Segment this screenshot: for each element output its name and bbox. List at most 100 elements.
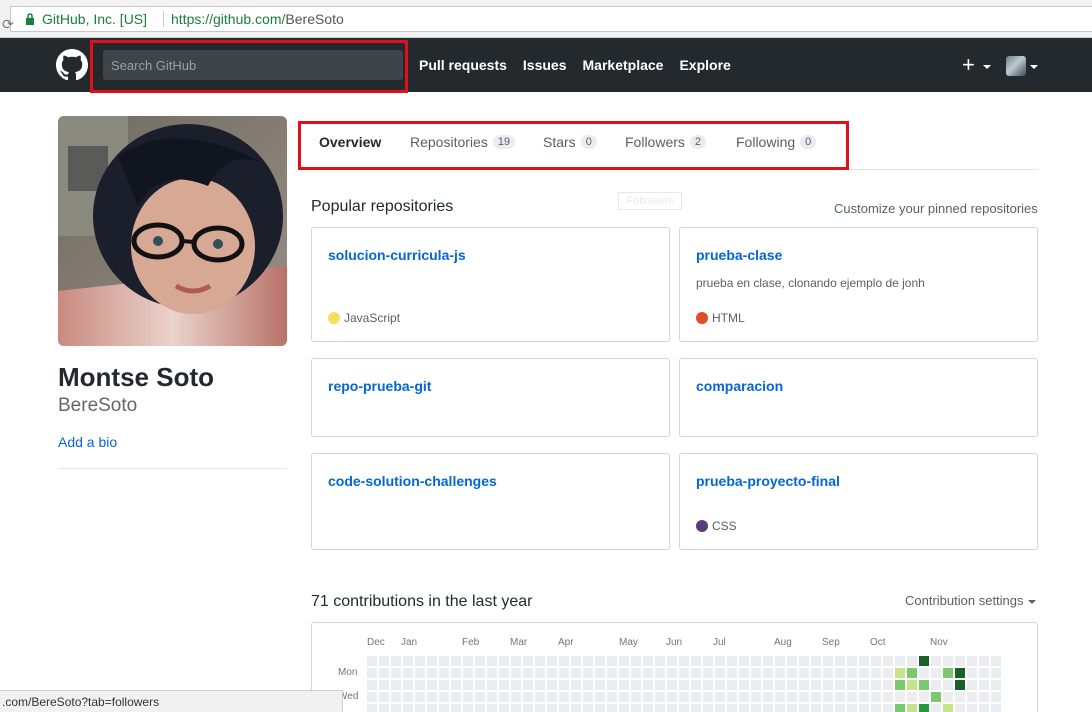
contribution-day[interactable] [787, 692, 797, 702]
contribution-day[interactable] [715, 680, 725, 690]
contribution-day[interactable] [943, 680, 953, 690]
contribution-day[interactable] [631, 680, 641, 690]
contribution-day[interactable] [451, 680, 461, 690]
contribution-day[interactable] [427, 692, 437, 702]
contribution-day[interactable] [451, 668, 461, 678]
contribution-day[interactable] [943, 668, 953, 678]
contribution-day[interactable] [439, 668, 449, 678]
contribution-day[interactable] [463, 704, 473, 712]
contribution-day[interactable] [739, 668, 749, 678]
contribution-day[interactable] [499, 680, 509, 690]
contribution-day[interactable] [691, 668, 701, 678]
plus-icon[interactable]: + [962, 52, 975, 78]
contribution-day[interactable] [595, 680, 605, 690]
contribution-day[interactable] [367, 656, 377, 666]
contribution-day[interactable] [859, 680, 869, 690]
contribution-day[interactable] [583, 680, 593, 690]
contribution-day[interactable] [547, 668, 557, 678]
contribution-day[interactable] [667, 692, 677, 702]
contribution-day[interactable] [979, 656, 989, 666]
contribution-day[interactable] [499, 668, 509, 678]
contribution-day[interactable] [475, 656, 485, 666]
chevron-down-icon[interactable] [1030, 65, 1038, 69]
contribution-day[interactable] [463, 680, 473, 690]
contribution-day[interactable] [535, 656, 545, 666]
contribution-day[interactable] [775, 692, 785, 702]
contribution-day[interactable] [739, 680, 749, 690]
contribution-day[interactable] [439, 680, 449, 690]
contribution-day[interactable] [823, 704, 833, 712]
contribution-day[interactable] [823, 656, 833, 666]
contribution-day[interactable] [511, 704, 521, 712]
contribution-day[interactable] [367, 692, 377, 702]
contribution-day[interactable] [859, 656, 869, 666]
contribution-day[interactable] [883, 680, 893, 690]
contribution-day[interactable] [775, 656, 785, 666]
contribution-day[interactable] [775, 704, 785, 712]
contribution-day[interactable] [619, 704, 629, 712]
contribution-day[interactable] [619, 680, 629, 690]
contribution-day[interactable] [415, 680, 425, 690]
contribution-day[interactable] [799, 704, 809, 712]
contribution-day[interactable] [823, 680, 833, 690]
contribution-day[interactable] [607, 668, 617, 678]
contribution-day[interactable] [775, 668, 785, 678]
contribution-day[interactable] [787, 680, 797, 690]
contribution-day[interactable] [871, 656, 881, 666]
contribution-day[interactable] [571, 692, 581, 702]
contribution-day[interactable] [895, 680, 905, 690]
contribution-day[interactable] [535, 692, 545, 702]
contribution-day[interactable] [907, 692, 917, 702]
contribution-day[interactable] [703, 656, 713, 666]
contribution-day[interactable] [763, 692, 773, 702]
contribution-day[interactable] [607, 692, 617, 702]
contribution-day[interactable] [799, 656, 809, 666]
nav-marketplace[interactable]: Marketplace [583, 57, 664, 73]
contribution-day[interactable] [715, 692, 725, 702]
contribution-day[interactable] [715, 656, 725, 666]
contribution-day[interactable] [583, 692, 593, 702]
contribution-day[interactable] [475, 692, 485, 702]
contribution-day[interactable] [427, 680, 437, 690]
contribution-day[interactable] [991, 668, 1001, 678]
contribution-day[interactable] [847, 680, 857, 690]
contribution-day[interactable] [475, 704, 485, 712]
contribution-day[interactable] [895, 692, 905, 702]
contribution-day[interactable] [439, 656, 449, 666]
contribution-day[interactable] [919, 692, 929, 702]
contribution-day[interactable] [403, 704, 413, 712]
contribution-day[interactable] [619, 692, 629, 702]
contribution-day[interactable] [835, 692, 845, 702]
contribution-day[interactable] [523, 656, 533, 666]
repo-link[interactable]: repo-prueba-git [328, 378, 431, 394]
contribution-day[interactable] [643, 680, 653, 690]
contribution-day[interactable] [679, 668, 689, 678]
repo-link[interactable]: code-solution-challenges [328, 473, 497, 489]
contribution-day[interactable] [679, 692, 689, 702]
contribution-day[interactable] [931, 680, 941, 690]
contribution-day[interactable] [439, 704, 449, 712]
contribution-day[interactable] [655, 680, 665, 690]
contribution-day[interactable] [811, 704, 821, 712]
contribution-day[interactable] [403, 680, 413, 690]
contribution-day[interactable] [487, 692, 497, 702]
contribution-day[interactable] [739, 704, 749, 712]
contribution-day[interactable] [571, 656, 581, 666]
contribution-day[interactable] [871, 680, 881, 690]
contribution-day[interactable] [583, 656, 593, 666]
contribution-day[interactable] [403, 692, 413, 702]
contribution-day[interactable] [379, 656, 389, 666]
contribution-day[interactable] [763, 656, 773, 666]
contribution-day[interactable] [367, 704, 377, 712]
contribution-day[interactable] [751, 656, 761, 666]
contribution-day[interactable] [907, 704, 917, 712]
contribution-day[interactable] [835, 680, 845, 690]
contribution-day[interactable] [391, 692, 401, 702]
contribution-day[interactable] [631, 704, 641, 712]
contribution-day[interactable] [643, 704, 653, 712]
contribution-day[interactable] [451, 656, 461, 666]
contribution-day[interactable] [787, 668, 797, 678]
contribution-day[interactable] [511, 656, 521, 666]
contribution-day[interactable] [487, 704, 497, 712]
contribution-day[interactable] [955, 692, 965, 702]
